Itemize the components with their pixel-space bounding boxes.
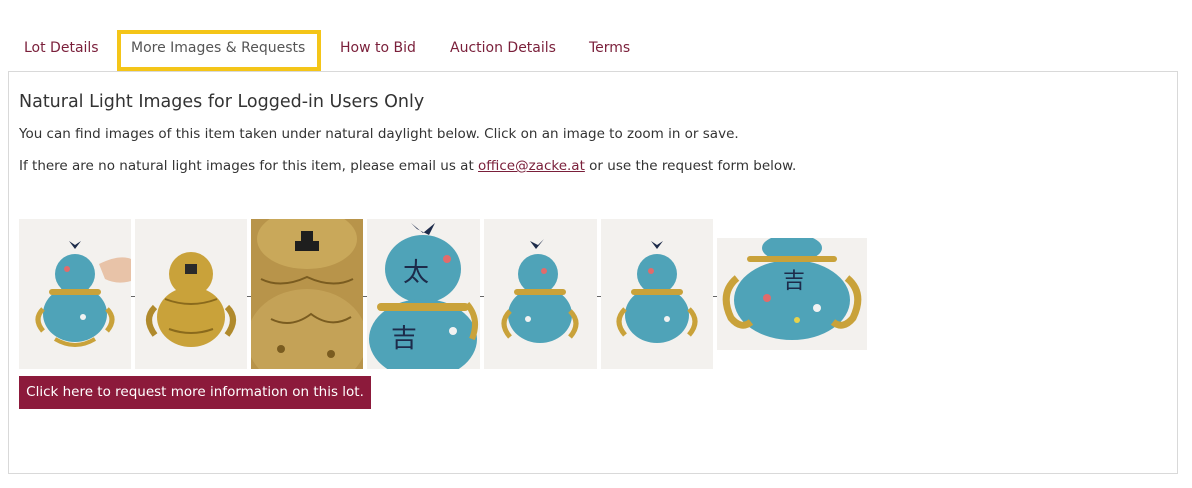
vase-image-2 xyxy=(135,219,247,369)
section-heading: Natural Light Images for Logged-in Users… xyxy=(19,92,425,112)
contact-text-after: or use the request form below. xyxy=(584,158,797,174)
image-thumbnail-3[interactable] xyxy=(251,219,363,369)
vase-image-3 xyxy=(251,219,363,369)
tab-auction-details[interactable]: Auction Details xyxy=(450,40,556,56)
image-thumbnail-6[interactable] xyxy=(601,219,713,369)
tab-terms[interactable]: Terms xyxy=(589,40,630,56)
intro-text: You can find images of this item taken u… xyxy=(19,126,739,142)
vase-image-1 xyxy=(19,219,131,369)
image-thumbnail-5[interactable] xyxy=(484,219,597,369)
tab-how-to-bid[interactable]: How to Bid xyxy=(340,40,416,56)
image-thumbnail-1[interactable] xyxy=(19,219,131,369)
contact-text: If there are no natural light images for… xyxy=(19,158,796,174)
svg-text:吉: 吉 xyxy=(391,324,417,354)
vase-image-5 xyxy=(484,219,597,369)
vase-image-4: 太 吉 xyxy=(367,219,480,369)
image-thumbnail-2[interactable] xyxy=(135,219,247,369)
contact-text-before: If there are no natural light images for… xyxy=(19,158,479,174)
svg-text:太: 太 xyxy=(403,258,429,288)
tab-bar: Lot Details More Images & Requests How t… xyxy=(0,0,1192,72)
vase-image-6 xyxy=(601,219,713,369)
image-thumbnail-7[interactable]: 吉 xyxy=(717,238,867,350)
svg-text:吉: 吉 xyxy=(783,269,805,294)
vase-image-7: 吉 xyxy=(717,238,867,350)
tab-more-images-requests[interactable]: More Images & Requests xyxy=(131,40,305,56)
request-info-button[interactable]: Click here to request more information o… xyxy=(19,376,371,409)
tab-lot-details[interactable]: Lot Details xyxy=(24,40,99,56)
image-thumbnail-4[interactable]: 太 吉 xyxy=(367,219,480,369)
email-link[interactable]: office@zacke.at xyxy=(478,158,585,174)
